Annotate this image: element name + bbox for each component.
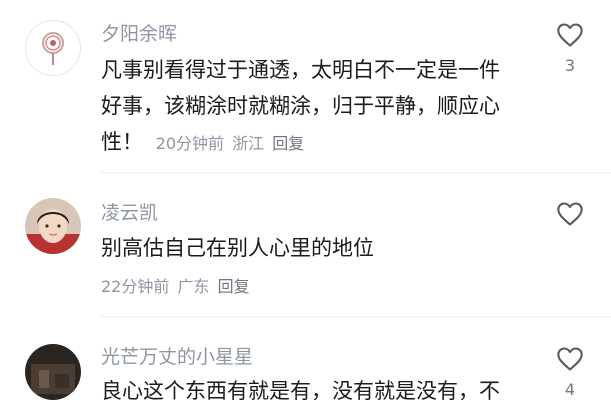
- avatar[interactable]: [25, 198, 81, 254]
- comment-line-text: 性！: [101, 130, 143, 154]
- comment-line: 好事，该糊涂时就糊涂，归于平静，顺应心: [101, 94, 500, 118]
- reply-button[interactable]: 回复: [272, 134, 304, 153]
- like-button[interactable]: 4: [553, 346, 587, 399]
- comment-item: 凌云凯 别高估自己在别人心里的地位 22分钟前 广东 回复: [0, 173, 611, 316]
- comment-line: 凡事别看得过于通透，太明白不一定是一件: [101, 58, 500, 82]
- comment-line: 性！ 20分钟前 浙江 回复: [101, 124, 541, 162]
- portrait-icon: [25, 198, 81, 254]
- comment-location: 广东: [177, 277, 210, 296]
- comment-item: 夕阳余晖 凡事别看得过于通透，太明白不一定是一件 好事，该糊涂时就糊涂，归于平静…: [0, 0, 611, 172]
- dark-photo-icon: [25, 344, 81, 400]
- username[interactable]: 夕阳余晖: [101, 22, 177, 46]
- avatar[interactable]: [25, 20, 81, 76]
- avatar[interactable]: [25, 344, 81, 400]
- reply-button[interactable]: 回复: [218, 277, 250, 296]
- comment-text: 凡事别看得过于通透，太明白不一定是一件 好事，该糊涂时就糊涂，归于平静，顺应心 …: [101, 52, 541, 162]
- comment-text: 别高估自己在别人心里的地位: [101, 230, 541, 266]
- heart-outline-icon: [557, 347, 583, 371]
- comment-time: 20分钟前: [155, 134, 225, 153]
- like-count: 4: [564, 380, 576, 399]
- heart-outline-icon: [557, 23, 583, 47]
- username[interactable]: 光芒万丈的小星星: [101, 345, 253, 369]
- comment-line: 良心这个东西有就是有，没有就是没有，不: [101, 379, 500, 400]
- comment-text: 良心这个东西有就是有，没有就是没有，不: [101, 373, 541, 400]
- comment-meta: 22分钟前 广东 回复: [101, 273, 253, 297]
- comment-list: 夕阳余晖 凡事别看得过于通透，太明白不一定是一件 好事，该糊涂时就糊涂，归于平静…: [0, 0, 611, 400]
- like-button[interactable]: 3: [553, 22, 587, 75]
- username[interactable]: 凌云凯: [101, 201, 158, 225]
- comment-time: 22分钟前: [101, 277, 170, 296]
- comment-line: 别高估自己在别人心里的地位: [101, 236, 374, 260]
- comment-location: 浙江: [232, 134, 265, 153]
- comment-item: 光芒万丈的小星星 良心这个东西有就是有，没有就是没有，不 4: [0, 317, 611, 400]
- pin-logo-icon: [42, 32, 64, 65]
- comment-meta: 20分钟前 浙江 回复: [156, 134, 308, 153]
- like-button[interactable]: [553, 201, 587, 236]
- heart-outline-icon: [557, 202, 583, 226]
- like-count: 3: [564, 56, 576, 75]
